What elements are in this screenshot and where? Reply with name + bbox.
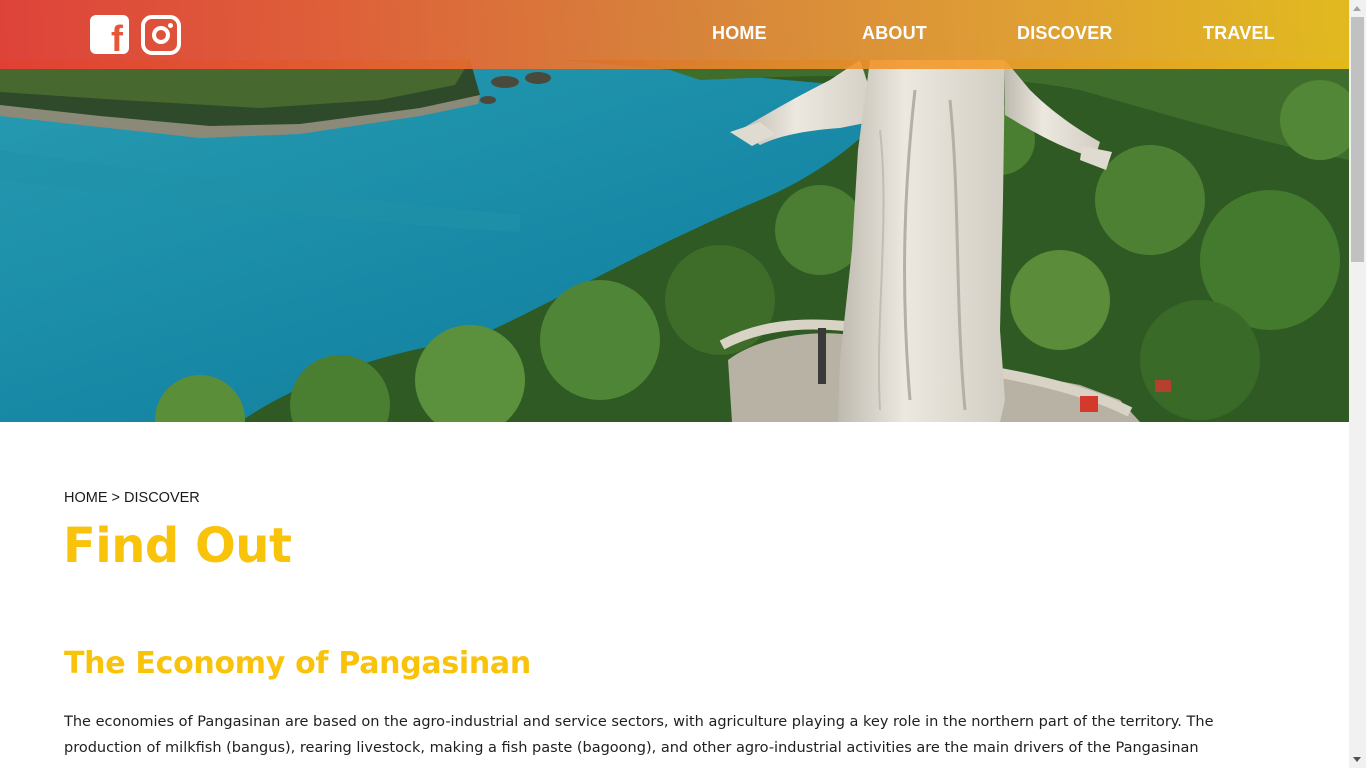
instagram-lens xyxy=(152,26,170,44)
breadcrumb-separator: > xyxy=(107,490,125,506)
nav-discover[interactable]: DISCOVER xyxy=(1017,22,1113,44)
page: f HOME ABOUT DISCOVER TRAVEL HOME > DISC… xyxy=(0,0,1349,768)
breadcrumb: HOME > DISCOVER xyxy=(64,489,200,507)
scrollbar-thumb[interactable] xyxy=(1351,17,1364,262)
instagram-icon[interactable] xyxy=(141,15,181,55)
breadcrumb-current[interactable]: DISCOVER xyxy=(124,490,200,506)
scroll-down-arrow-icon[interactable] xyxy=(1349,751,1366,768)
section-paragraph: The economies of Pangasinan are based on… xyxy=(64,714,1214,756)
scroll-up-arrow-icon[interactable] xyxy=(1349,0,1366,17)
site-header: f HOME ABOUT DISCOVER TRAVEL xyxy=(0,0,1349,69)
breadcrumb-home[interactable]: HOME xyxy=(64,490,108,506)
vertical-scrollbar[interactable] xyxy=(1349,0,1366,768)
nav-travel[interactable]: TRAVEL xyxy=(1203,22,1275,44)
facebook-icon[interactable]: f xyxy=(90,15,129,57)
page-title: Find Out xyxy=(63,518,292,574)
nav-home[interactable]: HOME xyxy=(712,22,767,44)
nav-about[interactable]: ABOUT xyxy=(862,22,927,44)
section-title: The Economy of Pangasinan xyxy=(64,646,531,681)
instagram-dot xyxy=(168,23,173,28)
